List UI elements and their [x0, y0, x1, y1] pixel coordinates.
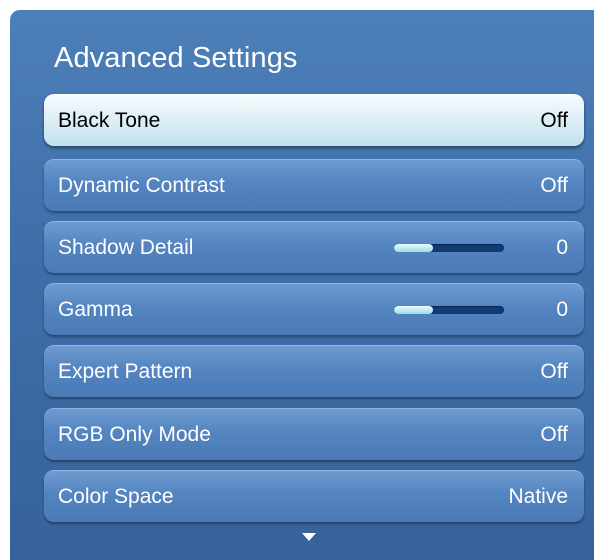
menu-item-label: Black Tone — [58, 109, 161, 132]
menu-item-dynamic-contrast[interactable]: Dynamic Contrast Off — [44, 159, 584, 211]
menu-item-shadow-detail[interactable]: Shadow Detail 0 — [44, 221, 584, 273]
shadow-detail-slider[interactable] — [394, 244, 504, 252]
menu-item-label: Gamma — [58, 298, 133, 321]
chevron-down-icon[interactable] — [302, 533, 316, 541]
menu-item-value: 0 — [556, 298, 568, 321]
slider-fill — [394, 244, 433, 252]
menu-item-value: Off — [540, 109, 568, 132]
menu-item-label: Dynamic Contrast — [58, 174, 225, 197]
menu-item-label: Color Space — [58, 485, 174, 508]
menu-item-gamma[interactable]: Gamma 0 — [44, 283, 584, 335]
slider-fill — [394, 306, 433, 314]
menu-item-black-tone[interactable]: Black Tone Off — [44, 94, 584, 146]
menu-title: Advanced Settings — [54, 42, 298, 74]
advanced-settings-panel: Advanced Settings Black Tone Off Dynamic… — [10, 10, 594, 560]
menu-item-value: Off — [540, 423, 568, 446]
menu-item-label: Shadow Detail — [58, 236, 194, 259]
menu-item-label: Expert Pattern — [58, 360, 193, 383]
menu-item-label: RGB Only Mode — [58, 423, 211, 446]
menu-item-color-space[interactable]: Color Space Native — [44, 470, 584, 522]
menu-item-expert-pattern[interactable]: Expert Pattern Off — [44, 345, 584, 397]
menu-item-value: Native — [508, 485, 568, 508]
menu-item-rgb-only-mode[interactable]: RGB Only Mode Off — [44, 408, 584, 460]
menu-item-value: 0 — [556, 236, 568, 259]
menu-item-value: Off — [540, 174, 568, 197]
menu-item-value: Off — [540, 360, 568, 383]
gamma-slider[interactable] — [394, 306, 504, 314]
